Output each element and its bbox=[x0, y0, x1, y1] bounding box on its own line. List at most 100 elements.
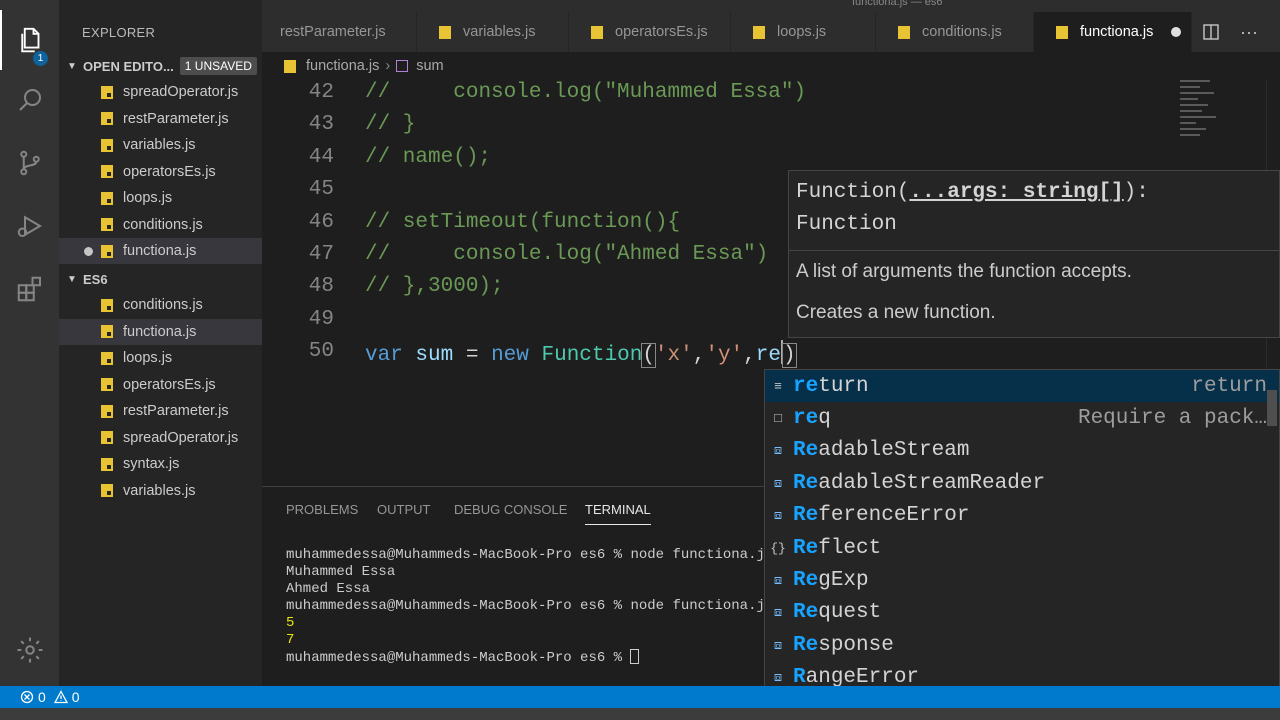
js-file-icon bbox=[101, 298, 113, 312]
tab-debug-console[interactable]: DEBUG CONSOLE bbox=[454, 502, 567, 517]
minimap[interactable] bbox=[1180, 80, 1220, 170]
suggestion-item[interactable]: □ req Require a pack… bbox=[765, 402, 1279, 434]
open-editors-header[interactable]: ▼ OPEN EDITO... 1 UNSAVED bbox=[59, 53, 262, 79]
code-line-48: // },3000); bbox=[365, 275, 504, 298]
tab-restparameter[interactable]: restParameter.js bbox=[262, 12, 417, 52]
tab-loops[interactable]: loops.js bbox=[731, 12, 876, 52]
js-file-icon bbox=[101, 112, 113, 125]
explorer-title: EXPLORER bbox=[82, 25, 156, 40]
suggestion-label: return bbox=[793, 374, 869, 398]
sidebar-file-operatorses[interactable]: operatorsEs.js bbox=[59, 159, 262, 185]
explorer-icon[interactable]: 1 bbox=[0, 10, 59, 70]
js-file-icon bbox=[1056, 25, 1068, 39]
js-file-icon bbox=[101, 325, 113, 338]
code-line-44: // name(); bbox=[365, 146, 492, 169]
sidebar-file-conditions[interactable]: conditions.js bbox=[59, 212, 262, 238]
code-line-47: // console.log("Ahmed Essa") bbox=[365, 243, 769, 266]
js-file-icon bbox=[591, 25, 603, 39]
file-name: restParameter.js bbox=[123, 110, 229, 127]
signature: Function(...args: string[]): Function bbox=[796, 181, 1149, 236]
suggestion-item[interactable]: ⧈ ReadableStreamReader bbox=[765, 467, 1279, 499]
line-number: 43 bbox=[308, 113, 334, 137]
sidebar-file-spreadoperator[interactable]: spreadOperator.js bbox=[59, 425, 262, 451]
code-line-43: // } bbox=[365, 113, 416, 136]
sidebar-file-loops[interactable]: loops.js bbox=[59, 345, 262, 371]
tab-problems[interactable]: PROBLEMS bbox=[286, 502, 358, 517]
line-number: 47 bbox=[308, 243, 334, 266]
suggestion-item[interactable]: ⧈ Request bbox=[765, 597, 1279, 629]
explorer-badge: 1 bbox=[33, 51, 48, 66]
gear-icon[interactable] bbox=[0, 620, 59, 680]
suggestion-item[interactable]: {} Reflect bbox=[765, 532, 1279, 564]
suggestion-label: req bbox=[793, 406, 831, 430]
snippet-icon: □ bbox=[774, 410, 782, 426]
terminal-output[interactable]: muhammedessa@Muhammeds-MacBook-Pro es6 %… bbox=[286, 547, 765, 667]
js-file-icon bbox=[101, 484, 113, 497]
file-name: variables.js bbox=[123, 482, 196, 499]
module-icon: {} bbox=[770, 540, 786, 556]
status-bar: 0 0 bbox=[0, 686, 1280, 708]
suggestion-scrollbar[interactable] bbox=[1267, 390, 1277, 426]
sidebar-file-variables[interactable]: variables.js bbox=[59, 478, 262, 504]
suggestion-item[interactable]: ⧈ Response bbox=[765, 629, 1279, 661]
suggestion-item[interactable]: ≡ return return bbox=[765, 370, 1279, 402]
suggestion-label: RegExp bbox=[793, 568, 869, 592]
suggestion-detail: Require a pack… bbox=[1077, 406, 1267, 430]
line-number: 42 bbox=[308, 81, 334, 104]
warning-icon bbox=[53, 690, 68, 704]
file-name: functiona.js bbox=[123, 323, 197, 340]
sidebar-file-conditions[interactable]: conditions.js bbox=[59, 292, 262, 318]
file-name: operatorsEs.js bbox=[123, 376, 216, 393]
sidebar-file-variables[interactable]: variables.js bbox=[59, 132, 262, 158]
extensions-icon[interactable] bbox=[0, 259, 59, 319]
file-name: conditions.js bbox=[123, 216, 203, 233]
terminal-cursor bbox=[630, 649, 640, 664]
variable-icon: ⧈ bbox=[773, 508, 783, 524]
tab-output[interactable]: OUTPUT bbox=[377, 502, 430, 517]
js-file-icon bbox=[101, 457, 113, 471]
divider bbox=[789, 250, 1279, 251]
suggestion-item[interactable]: ⧈ ReferenceError bbox=[765, 500, 1279, 532]
sidebar-file-functiona[interactable]: functiona.js bbox=[59, 238, 262, 264]
tab-conditions[interactable]: conditions.js bbox=[876, 12, 1034, 52]
sidebar-file-loops[interactable]: loops.js bbox=[59, 185, 262, 211]
file-name: operatorsEs.js bbox=[123, 163, 216, 180]
js-file-icon bbox=[101, 351, 113, 365]
suggestion-label: ReadableStream bbox=[793, 439, 970, 463]
tab-terminal[interactable]: TERMINAL bbox=[585, 502, 651, 525]
variable-icon: ⧈ bbox=[773, 475, 783, 491]
parameter-doc: A list of arguments the function accepts… bbox=[796, 261, 1132, 282]
more-actions-icon[interactable]: ··· bbox=[1234, 12, 1264, 52]
code-line-46: // setTimeout(function(){ bbox=[365, 211, 681, 234]
folder-header-es6[interactable]: ▼ ES6 bbox=[59, 266, 262, 292]
breadcrumb-symbol[interactable]: sum bbox=[416, 58, 443, 74]
tab-variables[interactable]: variables.js bbox=[417, 12, 569, 52]
sidebar-file-operatorses[interactable]: operatorsEs.js bbox=[59, 372, 262, 398]
unsaved-dot-icon[interactable] bbox=[1171, 27, 1182, 37]
sidebar-file-syntax[interactable]: syntax.js bbox=[59, 451, 262, 477]
split-editor-icon[interactable] bbox=[1196, 12, 1226, 52]
tab-functiona[interactable]: functiona.js bbox=[1034, 12, 1192, 52]
source-control-icon[interactable] bbox=[0, 133, 59, 193]
tab-operatorses[interactable]: operatorsEs.js bbox=[569, 12, 731, 52]
keyword-icon: ≡ bbox=[774, 378, 782, 394]
js-file-icon bbox=[439, 25, 451, 39]
sidebar-file-functiona[interactable]: functiona.js bbox=[59, 318, 262, 345]
breadcrumb-file[interactable]: functiona.js bbox=[306, 58, 379, 74]
file-name: loops.js bbox=[123, 190, 173, 206]
suggestion-item[interactable]: ⧈ ReadableStream bbox=[765, 435, 1279, 467]
explorer-sidebar: EXPLORER ▼ OPEN EDITO... 1 UNSAVED sprea… bbox=[59, 0, 262, 686]
sidebar-file-restparameter[interactable]: restParameter.js bbox=[59, 398, 262, 424]
suggestion-widget[interactable]: ≡ return return □ req Require a pack… ⧈ Readabl… bbox=[764, 369, 1280, 709]
sidebar-file-spreadoperator[interactable]: spreadOperator.js bbox=[59, 79, 262, 105]
run-debug-icon[interactable] bbox=[0, 196, 59, 256]
suggestion-item[interactable]: ⧈ RegExp bbox=[765, 564, 1279, 596]
js-file-icon bbox=[101, 138, 113, 152]
search-icon[interactable] bbox=[0, 70, 59, 130]
code-line-42: // console.log("Muhammed Essa") bbox=[365, 81, 807, 104]
chevron-down-icon: ▼ bbox=[67, 60, 77, 72]
tab-label: operatorsEs.js bbox=[615, 24, 708, 40]
sidebar-file-restparameter[interactable]: restParameter.js bbox=[59, 106, 262, 132]
macos-dock bbox=[0, 708, 1280, 720]
problems-status[interactable]: 0 0 bbox=[20, 689, 80, 705]
